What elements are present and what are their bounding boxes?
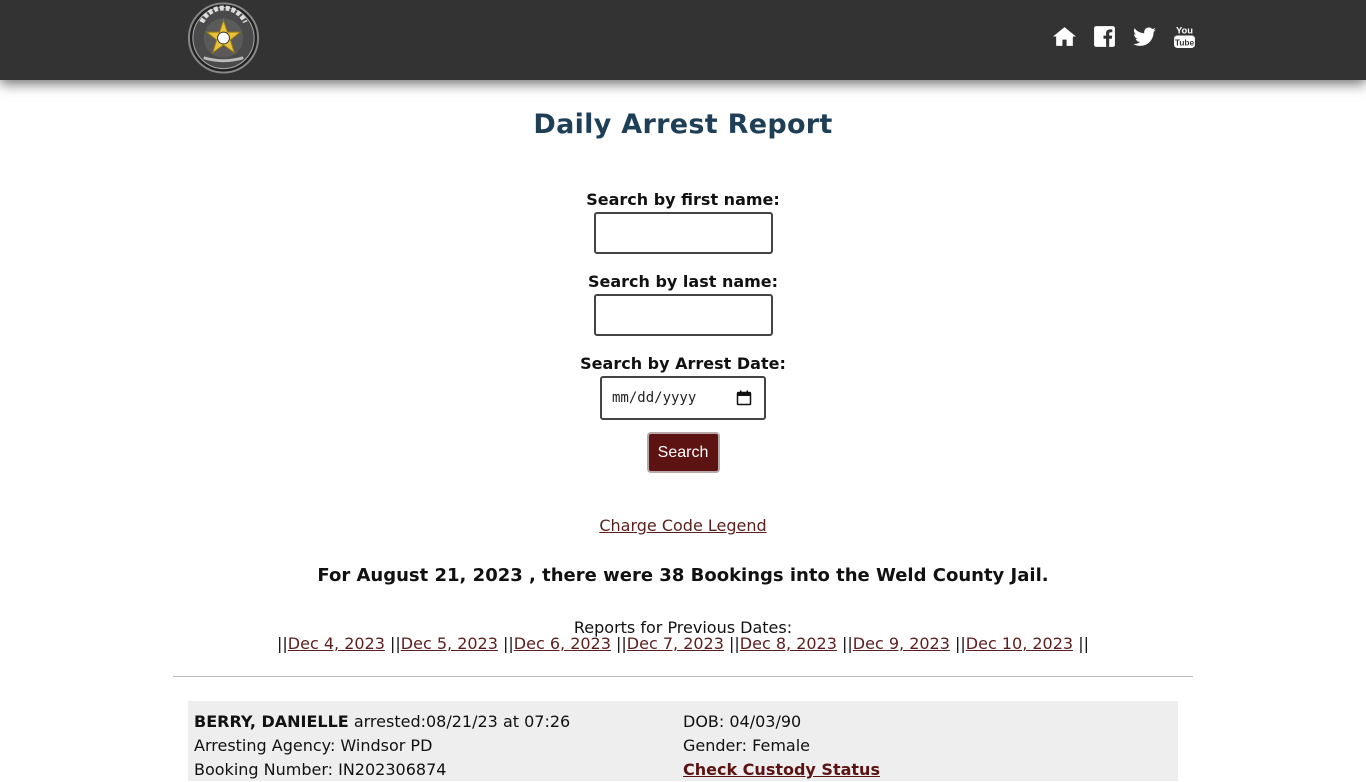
previous-date-link[interactable]: Dec 5, 2023 xyxy=(401,634,498,653)
separator: || xyxy=(503,634,514,653)
date-of-birth: DOB: 04/03/90 xyxy=(683,712,802,731)
booking-number: Booking Number: IN202306874 xyxy=(194,760,447,779)
arrestee-name: BERRY, DANIELLE xyxy=(194,712,349,731)
charge-code-legend-link[interactable]: Charge Code Legend xyxy=(599,516,766,535)
date-placeholder: mm/dd/yyyy xyxy=(612,390,697,406)
record-right-column: DOB: 04/03/90 Gender: Female Check Custo… xyxy=(683,710,880,782)
divider xyxy=(173,676,1193,677)
arrest-date-input[interactable]: mm/dd/yyyy xyxy=(600,376,766,420)
previous-date-link[interactable]: Dec 9, 2023 xyxy=(853,634,950,653)
separator: || xyxy=(729,634,740,653)
arresting-agency: Arresting Agency: Windsor PD xyxy=(194,736,433,755)
facebook-icon[interactable] xyxy=(1092,24,1117,49)
sheriff-badge-logo[interactable] xyxy=(184,2,263,74)
page-title: Daily Arrest Report xyxy=(533,109,833,140)
record-left-column: BERRY, DANIELLE arrested:08/21/23 at 07:… xyxy=(194,710,570,782)
previous-date-link[interactable]: Dec 10, 2023 xyxy=(966,634,1073,653)
charge-code-legend: Charge Code Legend xyxy=(0,516,1366,535)
svg-text:Tube: Tube xyxy=(1175,37,1195,47)
last-name-input[interactable] xyxy=(593,294,773,336)
youtube-icon[interactable]: You Tube xyxy=(1172,24,1197,49)
top-navigation-bar: You Tube xyxy=(0,0,1366,80)
twitter-icon[interactable] xyxy=(1132,24,1157,49)
previous-date-link[interactable]: Dec 7, 2023 xyxy=(627,634,724,653)
previous-reports-links: ||Dec 4, 2023 ||Dec 5, 2023 ||Dec 6, 202… xyxy=(0,634,1366,653)
previous-date-link[interactable]: Dec 6, 2023 xyxy=(514,634,611,653)
separator: || xyxy=(1078,634,1089,653)
svg-text:You: You xyxy=(1176,25,1193,35)
separator: || xyxy=(390,634,401,653)
separator: || xyxy=(277,634,288,653)
home-icon[interactable] xyxy=(1052,24,1077,49)
gender: Gender: Female xyxy=(683,736,811,755)
last-name-label: Search by last name: xyxy=(587,272,779,291)
previous-date-link[interactable]: Dec 8, 2023 xyxy=(740,634,837,653)
first-name-label: Search by first name: xyxy=(586,190,780,209)
check-custody-status-link[interactable]: Check Custody Status xyxy=(683,760,880,779)
search-form: Search by first name: Search by last nam… xyxy=(0,190,1366,473)
first-name-input[interactable] xyxy=(593,212,773,254)
separator: || xyxy=(616,634,627,653)
separator: || xyxy=(842,634,853,653)
previous-date-link[interactable]: Dec 4, 2023 xyxy=(288,634,385,653)
record-name-line: BERRY, DANIELLE arrested:08/21/23 at 07:… xyxy=(194,710,570,734)
booking-summary: For August 21, 2023 , there were 38 Book… xyxy=(317,565,1049,586)
separator: || xyxy=(955,634,966,653)
calendar-icon[interactable] xyxy=(736,390,752,406)
arrest-date-label: Search by Arrest Date: xyxy=(580,354,786,373)
arrest-record: BERRY, DANIELLE arrested:08/21/23 at 07:… xyxy=(188,701,1178,781)
search-button[interactable]: Search xyxy=(646,432,720,473)
social-links: You Tube xyxy=(1052,24,1197,49)
arrest-datetime: arrested:08/21/23 at 07:26 xyxy=(353,712,571,731)
